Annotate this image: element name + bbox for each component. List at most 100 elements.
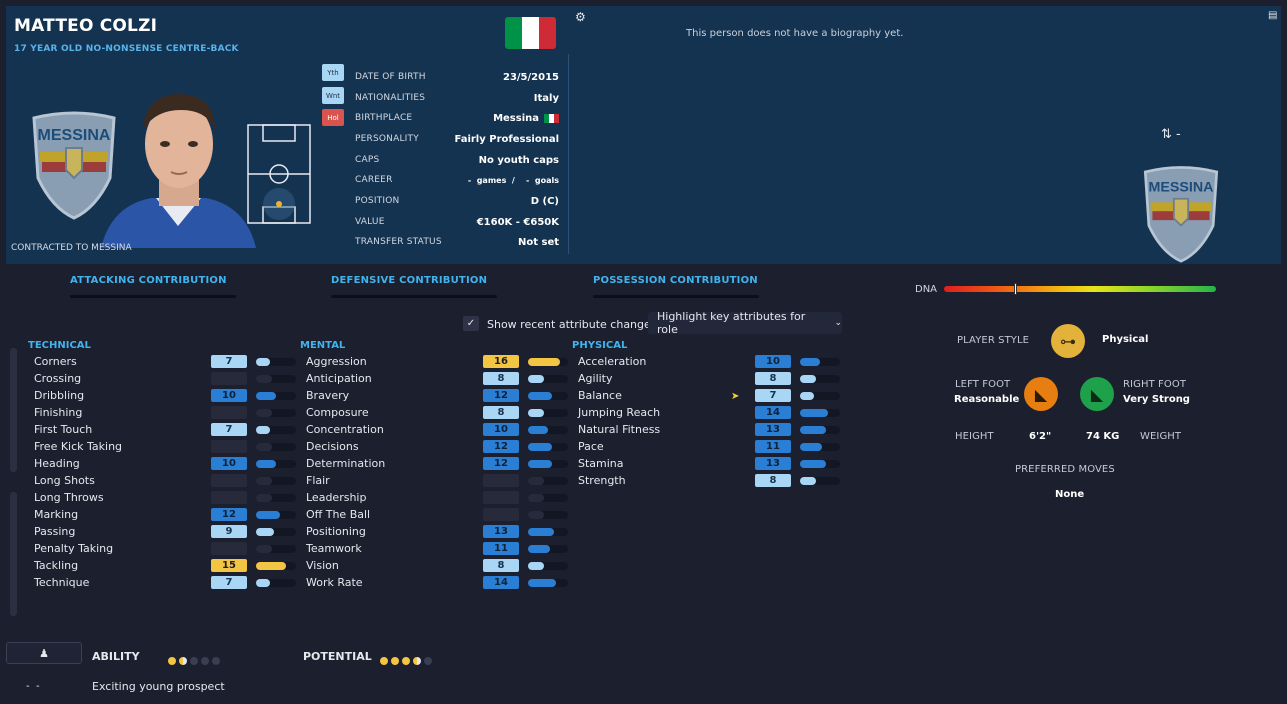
show-changes-label[interactable]: Show recent attribute changes xyxy=(487,318,657,331)
attribute-row[interactable]: Penalty Taking xyxy=(34,540,296,557)
attribute-bar xyxy=(528,493,568,502)
attribute-bar xyxy=(256,391,296,400)
attribute-row[interactable]: Technique 7 xyxy=(34,574,296,591)
attribute-name: Finishing xyxy=(34,406,83,419)
attribute-bar xyxy=(528,561,568,570)
attribute-value: 7 xyxy=(211,355,247,368)
attribute-value: 8 xyxy=(483,559,519,572)
attribute-row[interactable]: Marking 12 xyxy=(34,506,296,523)
scrollbar[interactable] xyxy=(10,348,17,472)
attribute-value: 16 xyxy=(483,355,519,368)
attribute-bar-fill xyxy=(256,459,276,468)
attribute-bar xyxy=(800,408,840,417)
attribute-name: Natural Fitness xyxy=(578,423,661,436)
attribute-value: 10 xyxy=(211,457,247,470)
attribute-row[interactable]: Agility 8 xyxy=(578,370,840,387)
attribute-bar xyxy=(800,425,840,434)
info-label: POSITION xyxy=(355,196,400,206)
attribute-row[interactable]: Aggression 16 xyxy=(306,353,568,370)
attribute-row[interactable]: First Touch 7 xyxy=(34,421,296,438)
attribute-bar-fill xyxy=(528,527,554,536)
attribute-row[interactable]: Composure 8 xyxy=(306,404,568,421)
player-header: MATTEO COLZI 17 YEAR OLD NO-NONSENSE CEN… xyxy=(6,6,1281,264)
attribute-row[interactable]: Pace 11 xyxy=(578,438,840,455)
club-crest-icon[interactable]: MESSINA xyxy=(1138,163,1224,263)
attribute-row[interactable]: Flair xyxy=(306,472,568,489)
info-label: VALUE xyxy=(355,217,385,227)
show-changes-checkbox[interactable]: ✓ xyxy=(463,316,479,331)
attribute-row[interactable]: Balance 7 xyxy=(578,387,840,404)
defensive-contribution-title[interactable]: DEFENSIVE CONTRIBUTION xyxy=(331,275,487,286)
biography-text: This person does not have a biography ye… xyxy=(686,28,904,39)
attribute-bar-fill xyxy=(256,527,274,536)
attribute-row[interactable]: Jumping Reach 14 xyxy=(578,404,840,421)
attribute-row[interactable]: Acceleration 10 xyxy=(578,353,840,370)
attribute-row[interactable]: Leadership xyxy=(306,489,568,506)
player-subtitle: 17 YEAR OLD NO-NONSENSE CENTRE-BACK xyxy=(14,44,239,54)
attribute-row[interactable]: Strength 8 xyxy=(578,472,840,489)
attribute-name: Stamina xyxy=(578,457,624,470)
attribute-row[interactable]: Passing 9 xyxy=(34,523,296,540)
highlight-attributes-label: Highlight key attributes for role xyxy=(657,310,806,336)
attribute-row[interactable]: Long Shots xyxy=(34,472,296,489)
player-style-label: PLAYER STYLE xyxy=(957,335,1030,346)
attribute-row[interactable]: Positioning 13 xyxy=(306,523,568,540)
group-title: PHYSICAL xyxy=(572,340,628,351)
attribute-row[interactable]: Vision 8 xyxy=(306,557,568,574)
header-divider xyxy=(568,54,569,254)
attribute-row[interactable]: Natural Fitness 13 xyxy=(578,421,840,438)
highlight-attributes-dropdown[interactable]: Highlight key attributes for role ⌄ xyxy=(648,310,842,336)
scrollbar[interactable] xyxy=(10,492,17,616)
transfer-swap[interactable]: ⇅ - xyxy=(1161,127,1181,142)
possession-contribution-title[interactable]: POSSESSION CONTRIBUTION xyxy=(593,275,758,286)
attribute-row[interactable]: Corners 7 xyxy=(34,353,296,370)
swap-icon: ⇅ xyxy=(1161,127,1172,142)
attribute-name: Technique xyxy=(34,576,90,589)
attribute-value xyxy=(211,542,247,555)
attribute-row[interactable]: Long Throws xyxy=(34,489,296,506)
attribute-name: Heading xyxy=(34,457,80,470)
youth-tag[interactable]: Yth xyxy=(322,64,344,81)
attribute-row[interactable]: Determination 12 xyxy=(306,455,568,472)
dna-bar[interactable] xyxy=(944,286,1216,292)
attribute-row[interactable]: Tackling 15 xyxy=(34,557,296,574)
notes-icon[interactable]: ▤ xyxy=(1268,10,1277,21)
attribute-name: Crossing xyxy=(34,372,82,385)
attribute-row[interactable]: Dribbling 10 xyxy=(34,387,296,404)
coach-report-button[interactable]: ♟ xyxy=(6,642,82,664)
attribute-bar-fill xyxy=(528,442,552,451)
attribute-name: Pace xyxy=(578,440,604,453)
info-value: D (C) xyxy=(530,195,559,207)
attribute-bar xyxy=(256,578,296,587)
attribute-bar xyxy=(256,493,296,502)
attribute-row[interactable]: Stamina 13 xyxy=(578,455,840,472)
contract-status[interactable]: CONTRACTED TO MESSINA xyxy=(11,243,132,253)
nationality-link[interactable]: Italy xyxy=(534,93,559,104)
nationality-flag-icon[interactable] xyxy=(505,17,556,49)
attribute-row[interactable]: Off The Ball xyxy=(306,506,568,523)
attribute-row[interactable]: Teamwork 11 xyxy=(306,540,568,557)
info-label: DATE OF BIRTH xyxy=(355,72,426,82)
attribute-bar xyxy=(528,357,568,366)
right-boot-icon: ◣ xyxy=(1080,377,1114,411)
attribute-bar xyxy=(528,476,568,485)
attribute-row[interactable]: Concentration 10 xyxy=(306,421,568,438)
attribute-row[interactable]: Work Rate 14 xyxy=(306,574,568,591)
attribute-row[interactable]: Crossing xyxy=(34,370,296,387)
holiday-tag[interactable]: Hol xyxy=(322,109,344,126)
attribute-row[interactable]: Decisions 12 xyxy=(306,438,568,455)
gear-icon[interactable]: ⚙ xyxy=(575,10,586,24)
attribute-value xyxy=(483,491,519,504)
attribute-row[interactable]: Free Kick Taking xyxy=(34,438,296,455)
attribute-name: Vision xyxy=(306,559,339,572)
wanted-tag[interactable]: Wnt xyxy=(322,87,344,104)
attribute-row[interactable]: Finishing xyxy=(34,404,296,421)
attribute-row[interactable]: Bravery 12 xyxy=(306,387,568,404)
attribute-row[interactable]: Anticipation 8 xyxy=(306,370,568,387)
attacking-contribution-title[interactable]: ATTACKING CONTRIBUTION xyxy=(70,275,227,286)
attribute-name: Jumping Reach xyxy=(578,406,661,419)
attribute-bar xyxy=(256,425,296,434)
birthplace-link[interactable]: Messina xyxy=(493,113,539,124)
attribute-row[interactable]: Heading 10 xyxy=(34,455,296,472)
attribute-bar-fill xyxy=(800,408,828,417)
